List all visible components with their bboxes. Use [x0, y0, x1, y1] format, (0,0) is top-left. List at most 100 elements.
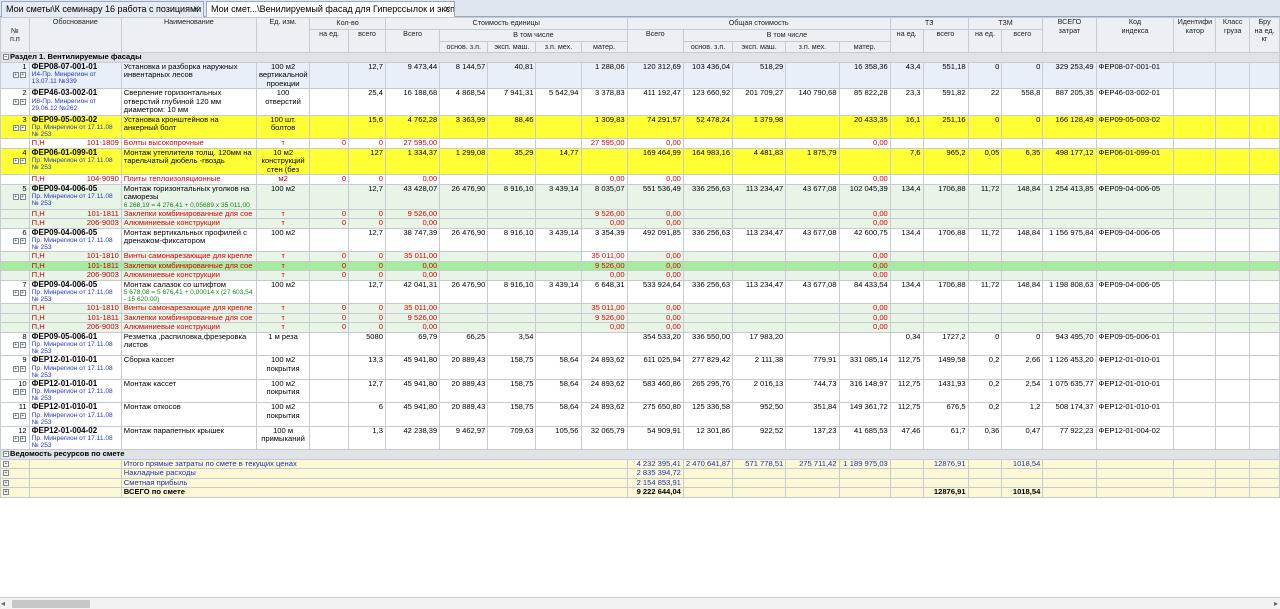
empty-cell[interactable]: [1095, 260, 1175, 271]
value-uo[interactable]: [439, 138, 489, 149]
expand-icon[interactable]: +: [12, 290, 19, 296]
value-tz1[interactable]: 0,34: [889, 331, 924, 356]
value-tc[interactable]: 0,00: [626, 312, 684, 323]
horizontal-scrollbar[interactable]: ◂ ▸: [0, 597, 1280, 609]
value-to[interactable]: 336 256,63: [682, 183, 734, 210]
value-tm[interactable]: 41 685,53: [838, 425, 891, 450]
position-row[interactable]: 9 + + ФЕР12-01-010-01 Пр. Минрегион от 17.11…: [0, 355, 1280, 380]
col-qty-total[interactable]: всего: [348, 29, 386, 53]
value-q1[interactable]: [309, 114, 350, 139]
row-number[interactable]: 3 + +: [0, 114, 30, 139]
value-tc[interactable]: 0,00: [626, 218, 684, 229]
empty-cell[interactable]: [1001, 251, 1044, 262]
value-ue[interactable]: 158,75: [487, 402, 537, 427]
value-te[interactable]: 4 481,83: [732, 147, 787, 175]
value-uc[interactable]: 45 941,80: [384, 378, 441, 403]
resource-name[interactable]: Алюминиевые конструкции: [120, 322, 257, 333]
empty-cell[interactable]: [1173, 208, 1217, 219]
justification-cell[interactable]: ФЕР09-05-006-01 Пр. Минрегион от 17.11.08…: [28, 331, 122, 356]
total-value-te[interactable]: 571 778,51: [732, 458, 787, 469]
col-klass[interactable]: Класс груза: [1215, 17, 1251, 53]
value-uo[interactable]: [439, 312, 489, 323]
empty-cell[interactable]: [1095, 251, 1175, 262]
empty-cell[interactable]: [1042, 477, 1097, 488]
value-ue[interactable]: 158,75: [487, 378, 537, 403]
value-um[interactable]: 0,00: [580, 270, 628, 281]
value-tc[interactable]: 492 091,85: [626, 227, 684, 252]
value-tz1[interactable]: 112,75: [889, 378, 924, 403]
resource-code-cell[interactable]: П,Н 206-9003: [28, 270, 122, 281]
empty-cell[interactable]: [967, 251, 1003, 262]
position-row[interactable]: 7 + + ФЕР09-04-006-05 Пр. Минрегион от 17.11…: [0, 279, 1280, 304]
rate-code[interactable]: ФЕР46-03-002-01: [32, 89, 119, 97]
value-tm[interactable]: [838, 147, 891, 175]
unit-cell[interactable]: 10 м2 конструкций стен (без: [255, 147, 311, 175]
value-q2[interactable]: 12,7: [348, 183, 386, 210]
total-value-tm[interactable]: [838, 468, 891, 479]
col-tz-total[interactable]: всего: [922, 29, 969, 53]
value-to[interactable]: 103 436,04: [682, 61, 734, 89]
empty-cell[interactable]: [1001, 270, 1044, 281]
value-all[interactable]: 1 156 975,84: [1042, 227, 1097, 252]
total-value-tz[interactable]: 12876,91: [922, 458, 969, 469]
value-uz[interactable]: 58,64: [535, 378, 582, 403]
justification-cell[interactable]: ФЕР09-05-003-02 Пр. Минрегион от 17.11.08…: [28, 114, 122, 139]
position-row[interactable]: 12 + + ФЕР12-01-004-02 Пр. Минрегион от 17.1…: [0, 425, 1280, 450]
empty-cell[interactable]: [1215, 260, 1251, 271]
resource-code-cell[interactable]: П,Н 101-1809: [28, 138, 122, 149]
empty-cell[interactable]: [1042, 458, 1097, 469]
value-tzm1[interactable]: 11,72: [967, 183, 1003, 210]
value-q2[interactable]: 0: [348, 174, 386, 185]
total-row[interactable]: + ВСЕГО по смете 9 222 644,04 12876,91 1018,…: [0, 487, 1280, 498]
value-uc[interactable]: 0,00: [384, 260, 441, 271]
value-to[interactable]: [682, 174, 734, 185]
value-ue[interactable]: 709,63: [487, 425, 537, 450]
row-number[interactable]: 2 + +: [0, 88, 30, 116]
value-uc[interactable]: 4 762,28: [384, 114, 441, 139]
resource-marker[interactable]: [0, 260, 30, 271]
value-te[interactable]: [732, 251, 787, 262]
cargo-class-cell[interactable]: [1215, 61, 1251, 89]
cargo-class-cell[interactable]: [1215, 331, 1251, 356]
value-to[interactable]: [682, 218, 734, 229]
total-blank[interactable]: [28, 477, 122, 488]
value-te[interactable]: [732, 322, 787, 333]
position-row[interactable]: 5 + + ФЕР09-04-006-05 Пр. Минрегион от 17.11…: [0, 183, 1280, 210]
expand-resources-icon[interactable]: +: [19, 412, 26, 419]
value-q2[interactable]: 127: [348, 147, 386, 175]
value-tz1[interactable]: 134,4: [889, 279, 924, 304]
value-all[interactable]: 887 205,35: [1042, 88, 1097, 116]
value-uo[interactable]: 20 889,43: [439, 402, 489, 427]
value-tz2[interactable]: [785, 331, 840, 356]
value-tc[interactable]: 551 536,49: [626, 183, 684, 210]
total-value-to[interactable]: [682, 468, 734, 479]
rate-code[interactable]: ФЕР12-01-004-02: [32, 427, 119, 435]
total-value-to[interactable]: 2 470 641,87: [682, 458, 734, 469]
index-code[interactable]: ФЕР12-01-010-01: [1095, 355, 1175, 380]
value-uc[interactable]: 0,00: [384, 270, 441, 281]
expand-icon[interactable]: +: [12, 158, 19, 164]
total-blank[interactable]: [28, 468, 122, 479]
empty-cell[interactable]: [1095, 312, 1175, 323]
expand-icon[interactable]: +: [12, 194, 19, 200]
col-tc-incl[interactable]: В том числе: [682, 29, 891, 42]
value-tzv[interactable]: 251,16: [922, 114, 969, 139]
value-tz2[interactable]: 43 677,08: [785, 227, 840, 252]
collapse-icon[interactable]: −: [3, 451, 9, 457]
expand-resources-icon[interactable]: +: [19, 389, 26, 395]
value-um[interactable]: 0,00: [580, 322, 628, 333]
value-tm[interactable]: 0,00: [838, 251, 891, 262]
value-uo[interactable]: 20 889,43: [439, 355, 489, 380]
empty-cell[interactable]: [1173, 322, 1217, 333]
value-uc[interactable]: 0,00: [384, 174, 441, 185]
empty-cell[interactable]: [1249, 458, 1280, 469]
section-row-resource-sheet-cell[interactable]: − Ведомость ресурсов по смете: [0, 449, 1280, 460]
value-tzmv[interactable]: 6,35: [1001, 147, 1044, 175]
position-row[interactable]: 2 + + ФЕР46-03-002-01 И8-Пр. Минрегион от 29…: [0, 88, 1280, 116]
value-tz1[interactable]: 7,6: [889, 147, 924, 175]
empty-cell[interactable]: [1215, 174, 1251, 185]
value-tc[interactable]: 0,00: [626, 322, 684, 333]
value-q2[interactable]: 5080: [348, 331, 386, 356]
empty-cell[interactable]: [1095, 303, 1175, 314]
value-tzmv[interactable]: 148,84: [1001, 279, 1044, 304]
